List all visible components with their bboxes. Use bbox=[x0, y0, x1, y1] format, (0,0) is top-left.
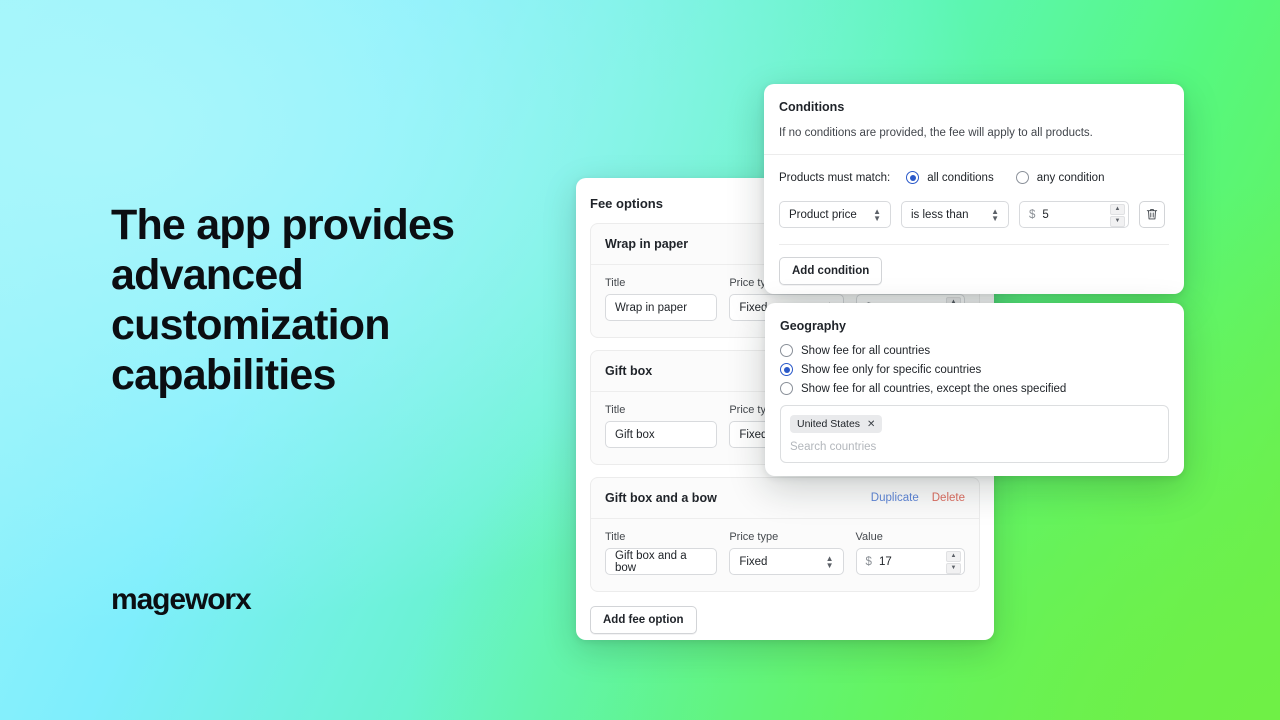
radio-icon[interactable] bbox=[780, 382, 793, 395]
price-type-label: Price type bbox=[729, 531, 779, 543]
geo-option-all-countries-label: Show fee for all countries bbox=[801, 344, 931, 357]
price-type-select[interactable]: Fixed ▲▼ bbox=[729, 548, 844, 575]
slide-canvas: The app provides advanced customization … bbox=[0, 0, 1280, 720]
conditions-title: Conditions bbox=[779, 100, 845, 114]
geography-options: Show fee for all countries Show fee only… bbox=[765, 333, 1184, 395]
stepper-up-icon[interactable]: ▲ bbox=[1110, 204, 1125, 215]
geo-option-except-countries[interactable]: Show fee for all countries, except the o… bbox=[780, 382, 1169, 395]
radio-icon[interactable] bbox=[1015, 171, 1029, 184]
title-label: Title bbox=[605, 531, 626, 543]
title-label: Title bbox=[605, 404, 626, 416]
value-field-group: Value $ 17 ▲ ▼ bbox=[855, 531, 965, 575]
add-condition-button[interactable]: Add condition bbox=[779, 257, 883, 285]
title-field-group: Title Wrap in paper bbox=[605, 277, 718, 321]
fee-option-name: Wrap in paper bbox=[605, 237, 689, 251]
conditions-description: If no conditions are provided, the fee w… bbox=[764, 114, 1184, 155]
duplicate-link[interactable]: Duplicate bbox=[871, 492, 919, 504]
fee-option-actions: Duplicate Delete bbox=[871, 492, 965, 504]
search-countries-input[interactable]: Search countries bbox=[790, 441, 1159, 453]
title-field-group: Title Gift box bbox=[605, 404, 718, 448]
currency-symbol: $ bbox=[865, 555, 872, 568]
condition-row: Product price ▲ ▼ is less than ▲ ▼ $ 5 ▲ ▼ bbox=[764, 184, 1184, 228]
geo-option-specific-countries-label: Show fee only for specific countries bbox=[801, 363, 982, 376]
trash-icon bbox=[1146, 209, 1158, 220]
geography-panel: Geography Show fee for all countries Sho… bbox=[765, 303, 1184, 476]
title-input[interactable]: Gift box bbox=[605, 421, 718, 448]
condition-operator-select[interactable]: is less than ▲ ▼ bbox=[901, 201, 1009, 228]
fee-option-card-body: Title Gift box and a bow Price type Fixe… bbox=[591, 519, 979, 591]
chevron-updown-icon: ▲▼ bbox=[991, 206, 999, 223]
condition-attribute-value: Product price bbox=[789, 208, 857, 221]
chevron-updown-icon: ▲▼ bbox=[873, 206, 881, 223]
radio-icon[interactable] bbox=[780, 344, 793, 357]
stepper-down-icon[interactable]: ▼ bbox=[1110, 216, 1125, 227]
country-tag-label: United States bbox=[797, 418, 861, 430]
stepper-up-icon[interactable]: ▲ bbox=[946, 551, 961, 562]
geo-option-all-countries[interactable]: Show fee for all countries bbox=[780, 344, 1169, 357]
value-label: Value bbox=[855, 531, 883, 543]
price-type-value: Fixed bbox=[739, 555, 768, 568]
radio-icon[interactable] bbox=[906, 171, 920, 184]
condition-value-input[interactable]: $ 5 ▲ ▼ bbox=[1019, 201, 1129, 228]
geo-option-specific-countries[interactable]: Show fee only for specific countries bbox=[780, 363, 1169, 376]
value-stepper[interactable]: ▲ ▼ bbox=[946, 551, 961, 574]
value-amount: 17 bbox=[878, 555, 892, 568]
condition-value-amount: 5 bbox=[1042, 208, 1049, 221]
match-option-any[interactable]: any condition bbox=[1015, 171, 1105, 184]
add-fee-option-button[interactable]: Add fee option bbox=[590, 606, 697, 634]
match-option-any-label: any condition bbox=[1036, 171, 1105, 184]
close-icon[interactable]: ✕ bbox=[867, 419, 875, 430]
fee-option-name: Gift box and a bow bbox=[605, 491, 717, 505]
condition-operator-value: is less than bbox=[911, 208, 969, 221]
add-condition-wrapper: Add condition bbox=[764, 245, 1184, 285]
conditions-header: Conditions bbox=[764, 84, 1184, 114]
geography-header: Geography bbox=[765, 303, 1184, 333]
price-type-field-group: Price type Fixed ▲▼ bbox=[729, 531, 844, 575]
title-field-group: Title Gift box and a bow bbox=[605, 531, 718, 575]
mageworx-logo: mageworx bbox=[111, 583, 252, 616]
condition-attribute-select[interactable]: Product price ▲ ▼ bbox=[779, 201, 891, 228]
headline-line-4: capabilities bbox=[111, 351, 336, 399]
delete-condition-button[interactable] bbox=[1139, 201, 1165, 228]
add-fee-option-wrapper: Add fee option bbox=[576, 604, 994, 650]
stepper-down-icon[interactable]: ▼ bbox=[946, 563, 961, 574]
countries-tag-input[interactable]: United States ✕ Search countries bbox=[780, 405, 1169, 463]
radio-icon[interactable] bbox=[780, 363, 793, 376]
title-label: Title bbox=[605, 277, 626, 289]
price-type-value: Fixed bbox=[739, 301, 768, 314]
chevron-updown-icon: ▲▼ bbox=[825, 553, 834, 570]
fee-option-card-header: Gift box and a bow Duplicate Delete bbox=[591, 478, 979, 519]
delete-link[interactable]: Delete bbox=[932, 492, 965, 504]
products-must-match-label: Products must match: bbox=[779, 171, 891, 184]
headline-line-3: customization bbox=[111, 301, 390, 349]
headline-line-2: advanced bbox=[111, 251, 304, 299]
title-input[interactable]: Gift box and a bow bbox=[605, 548, 718, 575]
currency-symbol: $ bbox=[1029, 208, 1036, 221]
match-option-all[interactable]: all conditions bbox=[906, 171, 994, 184]
conditions-panel: Conditions If no conditions are provided… bbox=[764, 84, 1184, 294]
headline-line-1: The app provides bbox=[111, 201, 455, 249]
country-tag: United States ✕ bbox=[790, 415, 883, 433]
page-title: The app provides advanced customization … bbox=[111, 200, 551, 400]
condition-value-stepper[interactable]: ▲ ▼ bbox=[1110, 204, 1125, 227]
geo-option-except-countries-label: Show fee for all countries, except the o… bbox=[801, 382, 1067, 395]
fee-option-name: Gift box bbox=[605, 364, 653, 378]
products-must-match-row: Products must match: all conditions any … bbox=[764, 155, 1184, 184]
geography-title: Geography bbox=[780, 319, 846, 333]
fee-option-card: Gift box and a bow Duplicate Delete Titl… bbox=[590, 477, 980, 592]
price-type-value: Fixed bbox=[739, 428, 768, 441]
value-input[interactable]: $ 17 ▲ ▼ bbox=[855, 548, 965, 575]
title-input[interactable]: Wrap in paper bbox=[605, 294, 718, 321]
match-option-all-label: all conditions bbox=[927, 171, 994, 184]
